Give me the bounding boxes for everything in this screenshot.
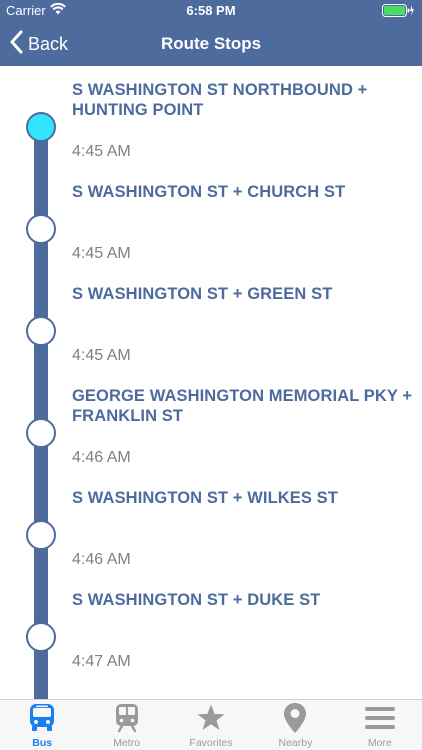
stop-row[interactable]: S WASHINGTON ST NORTHBOUND + HUNTING POI… <box>0 66 422 168</box>
tab-favorites[interactable]: Favorites <box>169 700 253 750</box>
status-bar: Carrier 6:58 PM <box>0 0 422 22</box>
tab-bus[interactable]: Bus <box>0 700 84 750</box>
tab-metro[interactable]: Metro <box>84 700 168 750</box>
stop-marker <box>26 418 56 448</box>
stop-name: S WASHINGTON ST + WILKES ST <box>72 489 338 507</box>
status-time: 6:58 PM <box>186 3 236 18</box>
stop-marker <box>26 520 56 550</box>
stop-row[interactable]: S WASHINGTON ST + WILKES ST 4:46 AM <box>0 474 422 576</box>
tab-bar: Bus Metro Favorites Nearby More <box>0 699 422 750</box>
stop-row[interactable]: GEORGE WASHINGTON MEMORIAL PKY + FRANKLI… <box>0 372 422 474</box>
stop-marker-current <box>26 112 56 142</box>
stop-time: 4:45 AM <box>72 245 131 262</box>
stop-name: S WASHINGTON ST + DUKE ST <box>72 591 321 609</box>
page-title: Route Stops <box>160 34 262 53</box>
tab-more[interactable]: More <box>338 700 422 750</box>
navigation-bar: Back Route Stops <box>0 22 422 66</box>
stop-time: 4:46 AM <box>72 551 131 568</box>
tab-label: Nearby <box>278 737 313 749</box>
stop-marker <box>26 622 56 652</box>
stop-name: S WASHINGTON ST + CHURCH ST <box>72 183 346 201</box>
stop-time: 4:47 AM <box>72 653 131 670</box>
tab-label: Bus <box>32 737 53 749</box>
tab-label: Favorites <box>189 737 233 749</box>
stop-name: S WASHINGTON ST + GREEN ST <box>72 285 333 303</box>
stop-row[interactable]: S WASHINGTON ST + CHURCH ST 4:45 AM <box>0 168 422 270</box>
stop-time: 4:45 AM <box>72 143 131 160</box>
star-icon <box>194 703 228 733</box>
stop-marker <box>26 316 56 346</box>
stop-time: 4:46 AM <box>72 449 131 466</box>
stop-row[interactable]: S WASHINGTON ST + DUKE ST 4:47 AM <box>0 576 422 678</box>
train-icon <box>110 703 144 733</box>
header: Carrier 6:58 PM Back Route Stops <box>0 0 422 66</box>
stop-marker <box>26 214 56 244</box>
location-pin-icon <box>278 703 312 733</box>
stop-name: GEORGE WASHINGTON MEMORIAL PKY + FRANKLI… <box>72 387 413 425</box>
stop-row[interactable]: S WASHINGTON ST + GREEN ST 4:45 AM <box>0 270 422 372</box>
bus-icon <box>25 703 59 733</box>
tab-label: More <box>367 737 392 749</box>
route-stops-list[interactable]: S WASHINGTON ST NORTHBOUND + HUNTING POI… <box>0 66 422 699</box>
battery-icon <box>382 4 414 17</box>
stop-name: S WASHINGTON ST NORTHBOUND + HUNTING POI… <box>72 81 368 119</box>
menu-icon <box>363 703 397 733</box>
tab-label: Metro <box>113 737 141 749</box>
tab-nearby[interactable]: Nearby <box>253 700 337 750</box>
stop-time: 4:45 AM <box>72 347 131 364</box>
